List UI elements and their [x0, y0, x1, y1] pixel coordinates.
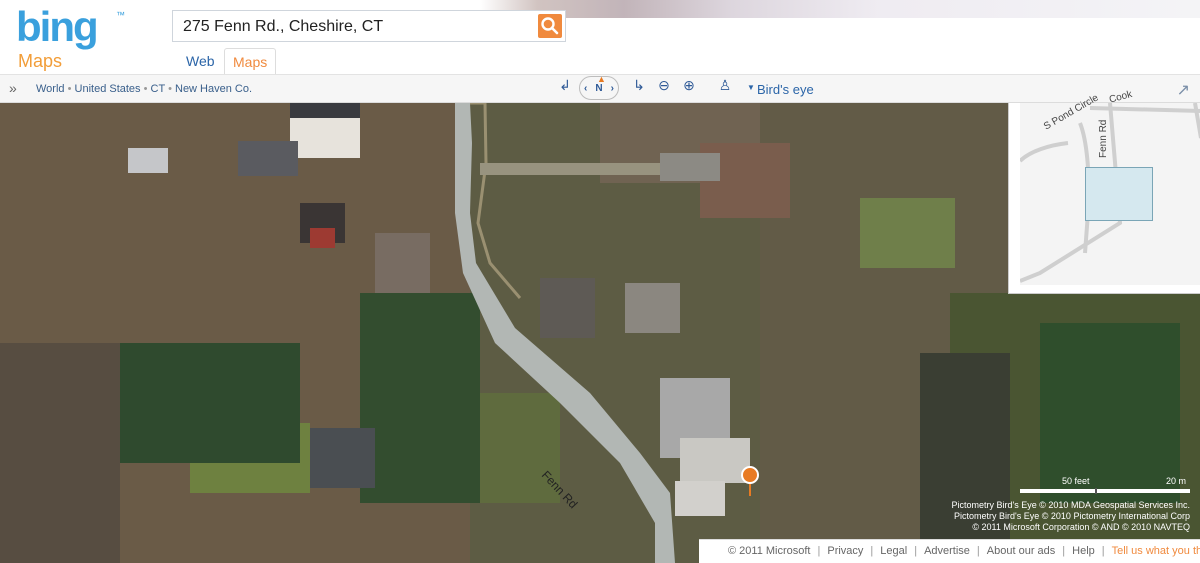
location-pin-icon[interactable] — [741, 466, 759, 484]
footer-separator: | — [976, 545, 980, 557]
rotate-left-icon[interactable]: ↲ — [556, 76, 574, 94]
attribution-line: Pictometry Bird's Eye © 2010 MDA Geospat… — [951, 500, 1190, 510]
breadcrumb-separator: • — [168, 83, 172, 95]
scale-divider — [1095, 488, 1097, 494]
rotate-right-icon[interactable]: ↳ — [630, 76, 648, 94]
zoom-in-icon[interactable]: ⊕ — [680, 76, 698, 94]
compass-up-icon[interactable]: ▲ — [597, 67, 606, 91]
footer-link-feedback[interactable]: Tell us what you think — [1112, 545, 1200, 557]
tab-web[interactable]: Web — [178, 48, 228, 74]
bing-logo[interactable]: bing — [16, 6, 99, 48]
footer-link-privacy[interactable]: Privacy — [827, 545, 863, 557]
double-chevron-right-icon[interactable]: » — [9, 80, 17, 96]
footer-separator: | — [1101, 545, 1105, 557]
product-title: Maps — [18, 51, 63, 71]
footer-link-help[interactable]: Help — [1072, 545, 1095, 557]
breadcrumb: World • United States • CT • New Haven C… — [36, 83, 252, 95]
scale-line — [1020, 489, 1190, 493]
footer-separator: | — [1062, 545, 1066, 557]
search-box — [172, 10, 566, 42]
minimap[interactable]: Cook S Pond Circle Fenn Rd — [1008, 89, 1200, 294]
breadcrumb-ct[interactable]: CT — [151, 83, 165, 95]
breadcrumb-separator: • — [67, 83, 72, 95]
scale-feet-label: 50 feet — [1062, 476, 1090, 486]
copyright-text: © 2011 Microsoft — [728, 545, 811, 557]
attribution-line: Pictometry Bird's Eye © 2010 Pictometry … — [954, 511, 1190, 521]
breadcrumb-world[interactable]: World — [36, 83, 65, 95]
location-pin-stem — [749, 484, 751, 496]
compass-left-icon[interactable]: ‹ — [584, 77, 587, 101]
minimap-label-fenn-rd: Fenn Rd — [1098, 119, 1109, 158]
footer-link-legal[interactable]: Legal — [880, 545, 907, 557]
search-icon — [541, 17, 559, 35]
expand-arrow-icon[interactable]: ↗ — [1177, 80, 1190, 100]
search-input[interactable] — [181, 16, 535, 38]
footer-separator: | — [914, 545, 918, 557]
header: bing ™ Maps Web Maps — [0, 0, 1200, 74]
minimap-viewport[interactable] — [1085, 167, 1153, 221]
breadcrumb-united-states[interactable]: United States — [75, 83, 141, 95]
minimap-canvas: Cook S Pond Circle Fenn Rd — [1018, 89, 1200, 285]
header-banner — [480, 0, 1200, 18]
streetside-person-icon[interactable]: ♙ — [716, 76, 734, 94]
tab-maps[interactable]: Maps — [224, 48, 276, 74]
breadcrumb-new-haven-co[interactable]: New Haven Co. — [175, 83, 252, 95]
footer-link-advertise[interactable]: Advertise — [924, 545, 970, 557]
map-toolbar: » World • United States • CT • New Haven… — [0, 74, 1200, 103]
footer-separator: | — [817, 545, 821, 557]
scale-bar: 50 feet 20 m — [1020, 476, 1190, 496]
attribution-line: © 2011 Microsoft Corporation © AND © 201… — [972, 522, 1190, 532]
compass-right-icon[interactable]: › — [611, 77, 614, 101]
footer: © 2011 Microsoft | Privacy | Legal | Advertise… — [699, 539, 1200, 563]
breadcrumb-separator: • — [143, 83, 148, 95]
compass-control[interactable]: ‹ ▲ N › — [579, 74, 619, 101]
view-mode-dropdown-icon[interactable]: ▼ — [747, 83, 755, 92]
footer-link-about-ads[interactable]: About our ads — [987, 545, 1056, 557]
view-mode-selector[interactable]: Bird's eye — [757, 82, 814, 97]
scale-meters-label: 20 m — [1166, 476, 1187, 486]
trademark-mark: ™ — [116, 10, 125, 20]
footer-separator: | — [870, 545, 874, 557]
map-attribution: Pictometry Bird's Eye © 2010 MDA Geospat… — [890, 500, 1190, 533]
zoom-out-icon[interactable]: ⊖ — [655, 76, 673, 94]
search-button[interactable] — [538, 14, 562, 38]
